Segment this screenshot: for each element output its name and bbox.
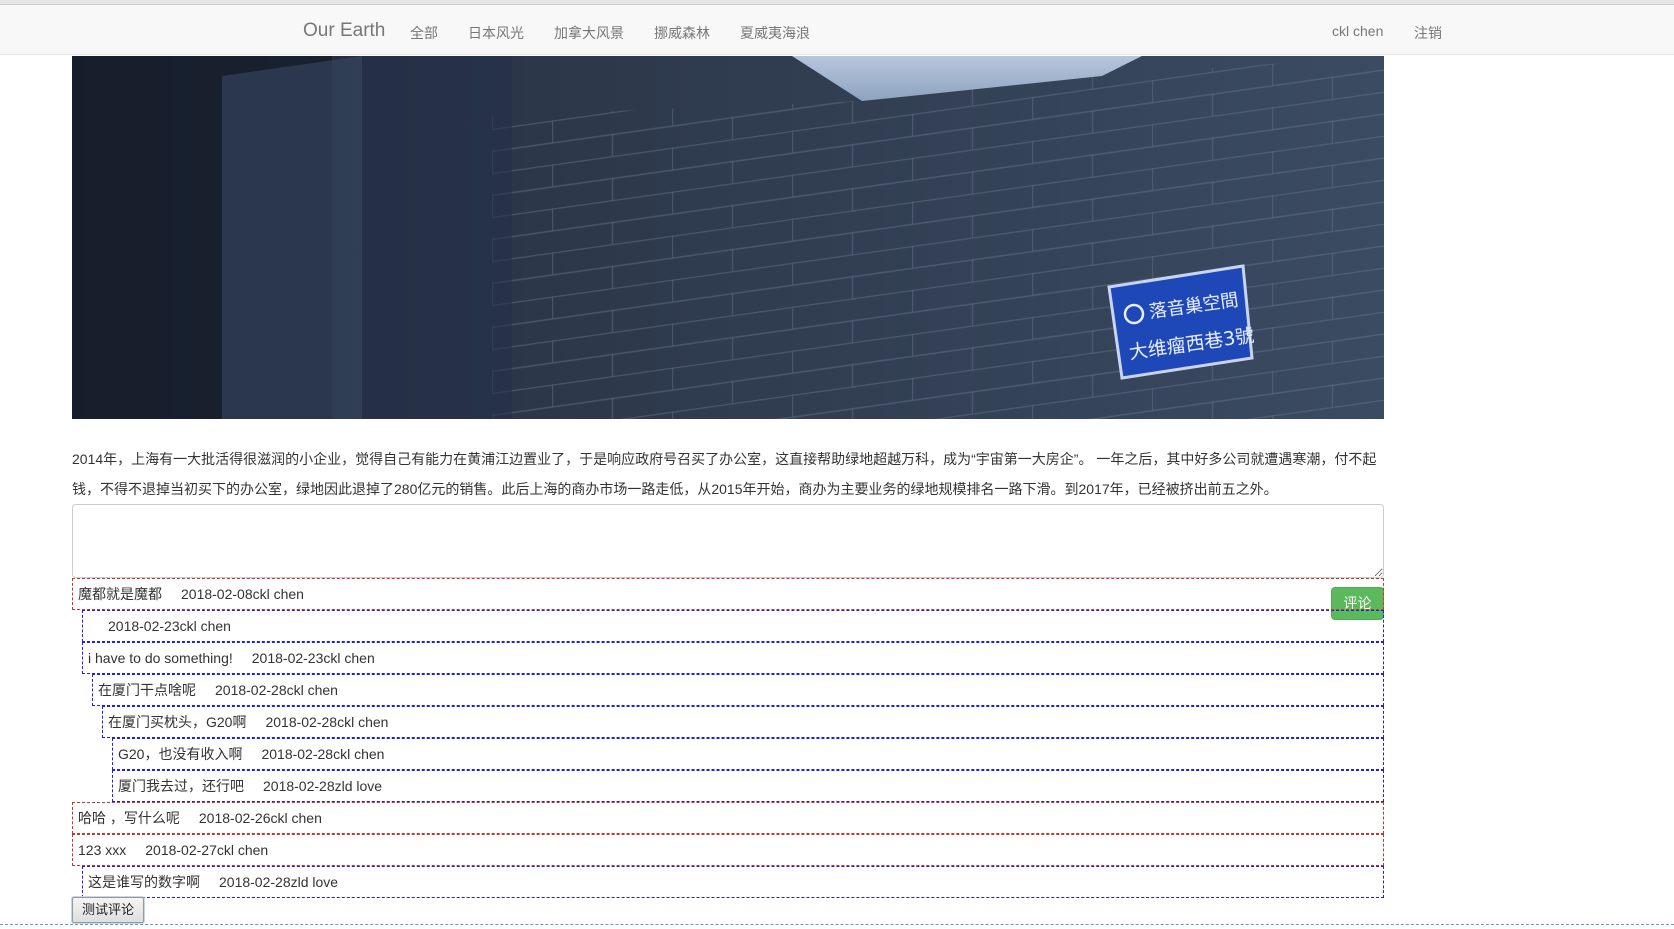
comment-text: 在厦门买枕头，G20啊	[108, 714, 247, 730]
comment-meta: 2018-02-28zld love	[263, 778, 383, 794]
comment-text: 魔都就是魔都	[78, 586, 162, 602]
comment-meta: 2018-02-28ckl chen	[261, 746, 385, 762]
comment-input[interactable]	[72, 504, 1384, 578]
comment-text: i have to do something!	[88, 650, 233, 666]
nav-item-norway[interactable]: 挪威森林	[654, 23, 710, 43]
top-navbar: Our Earth 全部 日本风光 加拿大风景 挪威森林 夏威夷海浪 ckl c…	[0, 5, 1674, 55]
logout-link[interactable]: 注销	[1414, 23, 1442, 43]
comment-meta: 2018-02-23ckl chen	[108, 618, 231, 634]
test-comment-button[interactable]: 测试评论	[72, 897, 144, 923]
comment-meta: 2018-02-27ckl chen	[145, 842, 269, 858]
comment-meta: 2018-02-23ckl chen	[251, 650, 375, 666]
comment-reply: G20，也没有收入啊 2018-02-28ckl chen	[112, 738, 1384, 770]
comment-meta: 2018-02-08ckl chen	[181, 586, 304, 602]
comment-text: 厦门我去过，还行吧	[118, 778, 244, 794]
comment-item: 魔都就是魔都 2018-02-08ckl chen	[72, 578, 1384, 610]
comment-reply: 在厦门买枕头，G20啊 2018-02-28ckl chen	[102, 706, 1384, 738]
brand-link[interactable]: Our Earth	[303, 20, 385, 42]
street-sign: 落音巢空間 大维瘤西巷3號	[1107, 264, 1256, 380]
nav-item-all[interactable]: 全部	[410, 23, 438, 43]
bottom-divider	[0, 924, 1674, 925]
comment-reply: 2018-02-23ckl chen	[82, 610, 1384, 642]
comment-text: 哈哈 ，写什么呢	[78, 810, 180, 826]
comment-text: 这是谁写的数字啊	[88, 874, 200, 890]
comment-meta: 2018-02-28ckl chen	[265, 714, 389, 730]
comment-item: 123 xxx 2018-02-27ckl chen	[72, 834, 1384, 866]
comment-item: 哈哈 ，写什么呢 2018-02-26ckl chen	[72, 802, 1384, 834]
user-name-link[interactable]: ckl chen	[1332, 23, 1383, 39]
comment-meta: 2018-02-26ckl chen	[198, 810, 322, 826]
comment-reply: i have to do something! 2018-02-23ckl che…	[82, 642, 1384, 674]
hero-image: 落音巢空間 大维瘤西巷3號	[72, 56, 1384, 419]
article-body: 2014年，上海有一大批活得很滋润的小企业，觉得自己有能力在黄浦江边置业了，于是…	[72, 451, 1377, 497]
comment-meta: 2018-02-28zld love	[219, 874, 339, 890]
comment-text: 在厦门干点啥呢	[98, 682, 196, 698]
nav-item-canada[interactable]: 加拿大风景	[554, 23, 624, 43]
comment-text: G20，也没有收入啊	[118, 746, 243, 762]
comment-meta: 2018-02-28ckl chen	[215, 682, 338, 698]
comment-text: 123 xxx	[78, 842, 127, 858]
nav-item-japan[interactable]: 日本风光	[468, 23, 524, 43]
comment-reply: 厦门我去过，还行吧 2018-02-28zld love	[112, 770, 1384, 802]
nav-item-hawaii[interactable]: 夏威夷海浪	[740, 23, 810, 43]
comment-reply: 这是谁写的数字啊 2018-02-28zld love	[82, 866, 1384, 898]
comment-reply: 在厦门干点啥呢 2018-02-28ckl chen	[92, 674, 1384, 706]
brick-wall-photo: 落音巢空間 大维瘤西巷3號	[72, 56, 1384, 419]
